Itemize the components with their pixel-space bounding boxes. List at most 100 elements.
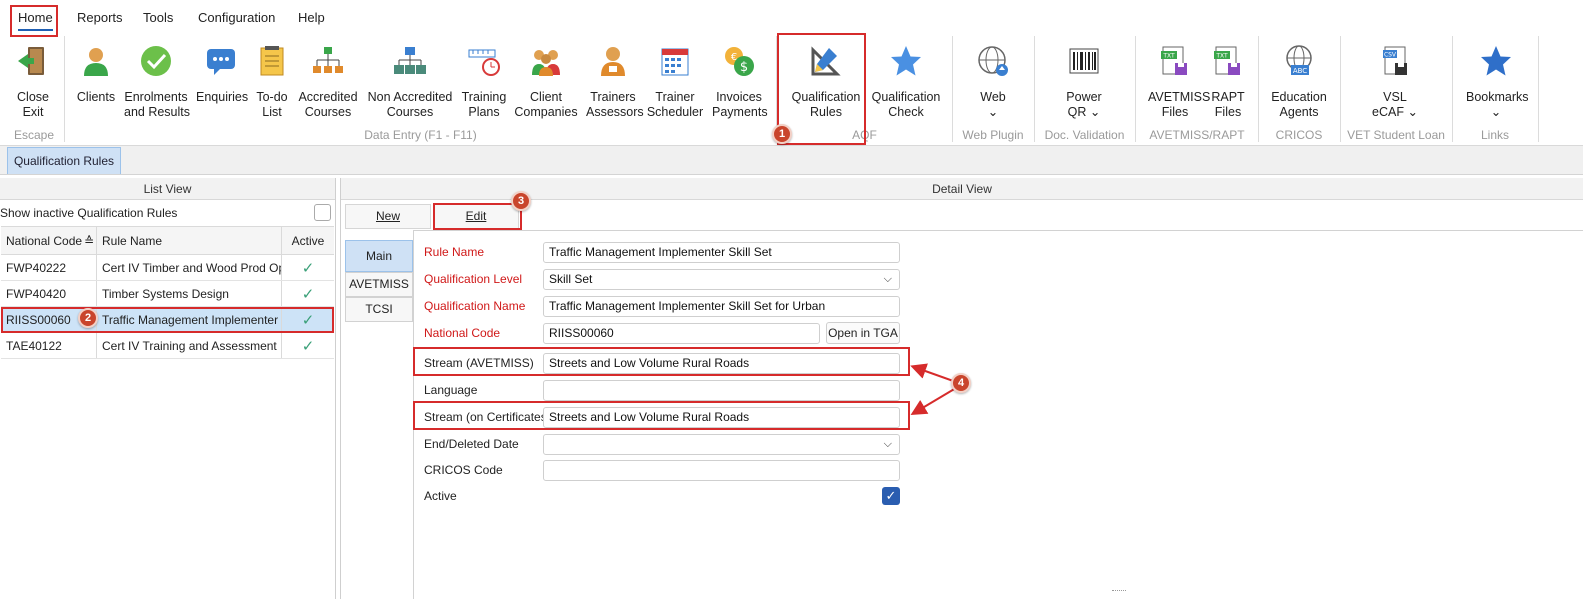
group-avetmiss-rapt-label: AVETMISS/RAPT [1149,128,1245,142]
group-divider [952,36,953,142]
tab-avetmiss[interactable]: AVETMISS [345,272,413,297]
calendar-icon [658,44,692,78]
end-deleted-date-picker[interactable]: ⌵ [543,434,900,455]
qualification-rules-grid: National Code ≙ Rule Name Active FWP4022… [1,226,334,359]
hierarchy-icon [393,44,427,78]
stream-avetmiss-label: Stream (AVETMISS) [424,356,534,370]
globe-abc-icon: ABC [1282,44,1316,78]
group-divider [1034,36,1035,142]
resize-grip[interactable] [1112,590,1126,593]
rapt-files-button[interactable]: TXT RAPT Files [1208,40,1248,120]
menu-help[interactable]: Help [298,10,325,25]
show-inactive-checkbox[interactable] [314,204,331,221]
tab-qualification-rules[interactable]: Qualification Rules [7,147,121,174]
grid-header: National Code ≙ Rule Name Active [1,226,334,255]
avetmiss-files-button[interactable]: TXT AVETMISS Files [1148,40,1210,120]
enrolments-results-button[interactable]: Enrolments and Results [124,40,190,120]
group-doc-validation-label: Doc. Validation [1044,128,1125,142]
qualification-name-field[interactable]: Traffic Management Implementer Skill Set… [543,296,900,317]
menu-bar: Home Reports Tools Configuration Help [0,0,1583,34]
table-row[interactable]: FWP40420 Timber Systems Design ✓ [1,281,334,307]
qualification-check-button[interactable]: Qualification Check [870,40,942,120]
client-companies-button[interactable]: Client Companies [514,40,578,120]
group-data-entry-label: Data Entry (F1 - F11) [364,128,477,142]
column-active[interactable]: Active [282,227,334,254]
menu-tools[interactable]: Tools [143,10,173,25]
todo-list-button[interactable]: To-do List [254,40,290,120]
star-icon [1479,44,1513,78]
table-row[interactable]: TAE40122 Cert IV Training and Assessment… [1,333,334,359]
chevron-down-icon: ⌄ [1490,105,1502,119]
language-field[interactable] [543,380,900,401]
enquiries-button[interactable]: Enquiries [196,40,248,105]
coins-icon: € $ [722,44,756,78]
national-code-field[interactable]: RIISS00060 [543,323,820,344]
menu-reports[interactable]: Reports [77,10,123,25]
open-in-tga-button[interactable]: Open in TGA [826,322,900,344]
step-badge-1: 1 [772,124,792,144]
svg-text:CSV: CSV [1384,52,1397,59]
table-row[interactable]: FWP40222 Cert IV Timber and Wood Prod Op… [1,255,334,281]
txt-file-icon: TXT [1211,44,1245,78]
qualification-level-select[interactable]: Skill Set ⌵ [543,269,900,290]
qualification-level-label: Qualification Level [424,272,523,286]
list-view-pane: List View Show inactive Qualification Ru… [0,178,336,599]
group-vet-label: VET Student Loan [1347,128,1445,142]
person-icon [79,44,113,78]
vsl-ecaf-button[interactable]: CSV VSL eCAF ⌄ [1372,40,1418,120]
education-agents-button[interactable]: ABC Education Agents [1270,40,1328,120]
step-badge-3: 3 [511,191,531,211]
rule-name-label: Rule Name [424,245,485,259]
qualification-rules-button[interactable]: Qualification Rules [790,40,862,120]
edit-button[interactable]: Edit [433,204,519,229]
sort-icon: ≙ [84,233,95,248]
chevron-down-icon: ⌵ [883,273,892,285]
pencil-ruler-icon [809,44,843,78]
show-inactive-label: Show inactive Qualification Rules [0,206,178,220]
accredited-courses-button[interactable]: Accredited Courses [298,40,358,120]
checkmark-circle-icon [139,44,173,78]
chevron-down-icon: ⌄ [1407,105,1418,119]
chevron-down-icon: ⌵ [883,438,892,450]
non-accredited-courses-button[interactable]: Non Accredited Courses [366,40,454,120]
group-divider [1135,36,1136,142]
power-qr-button[interactable]: Power QR ⌄ [1060,40,1108,120]
invoices-payments-button[interactable]: € $ Invoices Payments [712,40,768,120]
national-code-label: National Code [424,326,501,340]
new-button[interactable]: New [345,204,431,229]
group-escape-label: Escape [13,128,55,142]
active-checkbox[interactable]: ✓ [882,487,900,505]
trainer-scheduler-button[interactable]: Trainer Scheduler [646,40,704,120]
document-tab-strip: Qualification Rules [0,146,1583,175]
group-cricos-label: CRICOS [1275,128,1323,142]
menu-configuration[interactable]: Configuration [198,10,275,25]
menu-home[interactable]: Home [18,10,53,31]
tab-tcsi[interactable]: TCSI [345,297,413,322]
stream-certificates-field[interactable]: Streets and Low Volume Rural Roads [543,407,900,428]
clients-button[interactable]: Clients [74,40,118,105]
stream-avetmiss-field[interactable]: Streets and Low Volume Rural Roads [543,353,900,374]
group-divider [1340,36,1341,142]
bookmarks-button[interactable]: Bookmarks ⌄ [1466,40,1529,120]
column-national-code[interactable]: National Code ≙ [1,227,97,254]
tab-main[interactable]: Main [345,240,413,272]
active-check-icon: ✓ [301,311,315,329]
table-row-selected[interactable]: RIISS00060 Traffic Management Implemente… [1,307,334,333]
chat-bubble-icon [204,44,238,78]
group-divider [1258,36,1259,142]
csv-disk-icon: CSV [1378,44,1412,78]
step-badge-4: 4 [951,373,971,393]
trainers-assessors-button[interactable]: Trainers Assessors [586,40,644,120]
stream-certificates-label: Stream (on Certificates) [424,410,551,424]
star-icon [889,44,923,78]
qualification-name-label: Qualification Name [424,299,526,313]
rule-name-field[interactable]: Traffic Management Implementer Skill Set [543,242,900,263]
close-exit-button[interactable]: Close Exit [10,40,56,120]
column-rule-name[interactable]: Rule Name [97,227,282,254]
exit-door-icon [16,44,50,78]
active-check-icon: ✓ [301,337,315,355]
group-web-plugin-label: Web Plugin [962,128,1024,142]
web-dropdown-button[interactable]: Web ⌄ [972,40,1014,120]
training-plans-button[interactable]: Training Plans [460,40,508,120]
cricos-code-field[interactable] [543,460,900,481]
